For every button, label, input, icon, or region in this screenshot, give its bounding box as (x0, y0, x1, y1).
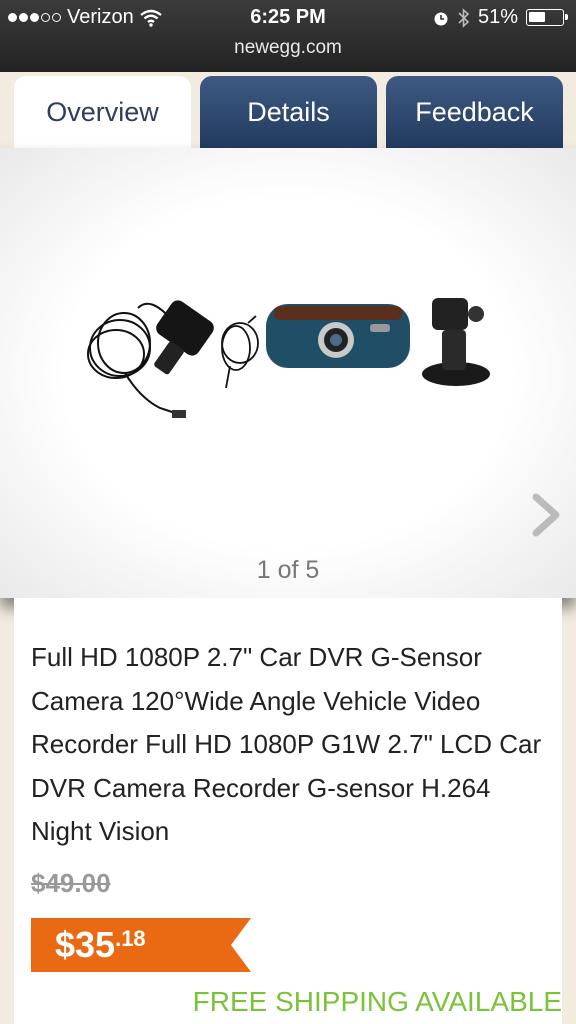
product-gallery[interactable]: 1 of 5 (0, 148, 576, 598)
chevron-right-icon[interactable] (530, 493, 562, 537)
status-bar: Verizon 6:25 PM 51% newegg.com (0, 0, 576, 72)
battery-icon (526, 9, 568, 26)
product-info-card: Full HD 1080P 2.7" Car DVR G-Sensor Came… (14, 598, 562, 1024)
tab-feedback[interactable]: Feedback (386, 76, 563, 148)
sale-price-cents: .18 (115, 926, 146, 951)
gallery-counter: 1 of 5 (256, 556, 320, 584)
sale-price-badge: $35.18 (31, 918, 251, 972)
product-title: Full HD 1080P 2.7" Car DVR G-Sensor Came… (31, 642, 542, 846)
product-image (87, 298, 490, 418)
tab-details[interactable]: Details (200, 76, 377, 148)
battery-percent: 51% (477, 6, 518, 28)
free-shipping-label: FREE SHIPPING AVAILABLE (192, 986, 562, 1017)
sale-price: $35 (55, 924, 116, 965)
alarm-icon (434, 12, 448, 25)
address-bar-url[interactable]: newegg.com (0, 37, 576, 59)
tab-overview[interactable]: Overview (14, 76, 191, 148)
original-price: $49.00 (31, 868, 111, 898)
bluetooth-icon (458, 7, 470, 28)
tab-bar: Overview Details Feedback (14, 76, 563, 148)
